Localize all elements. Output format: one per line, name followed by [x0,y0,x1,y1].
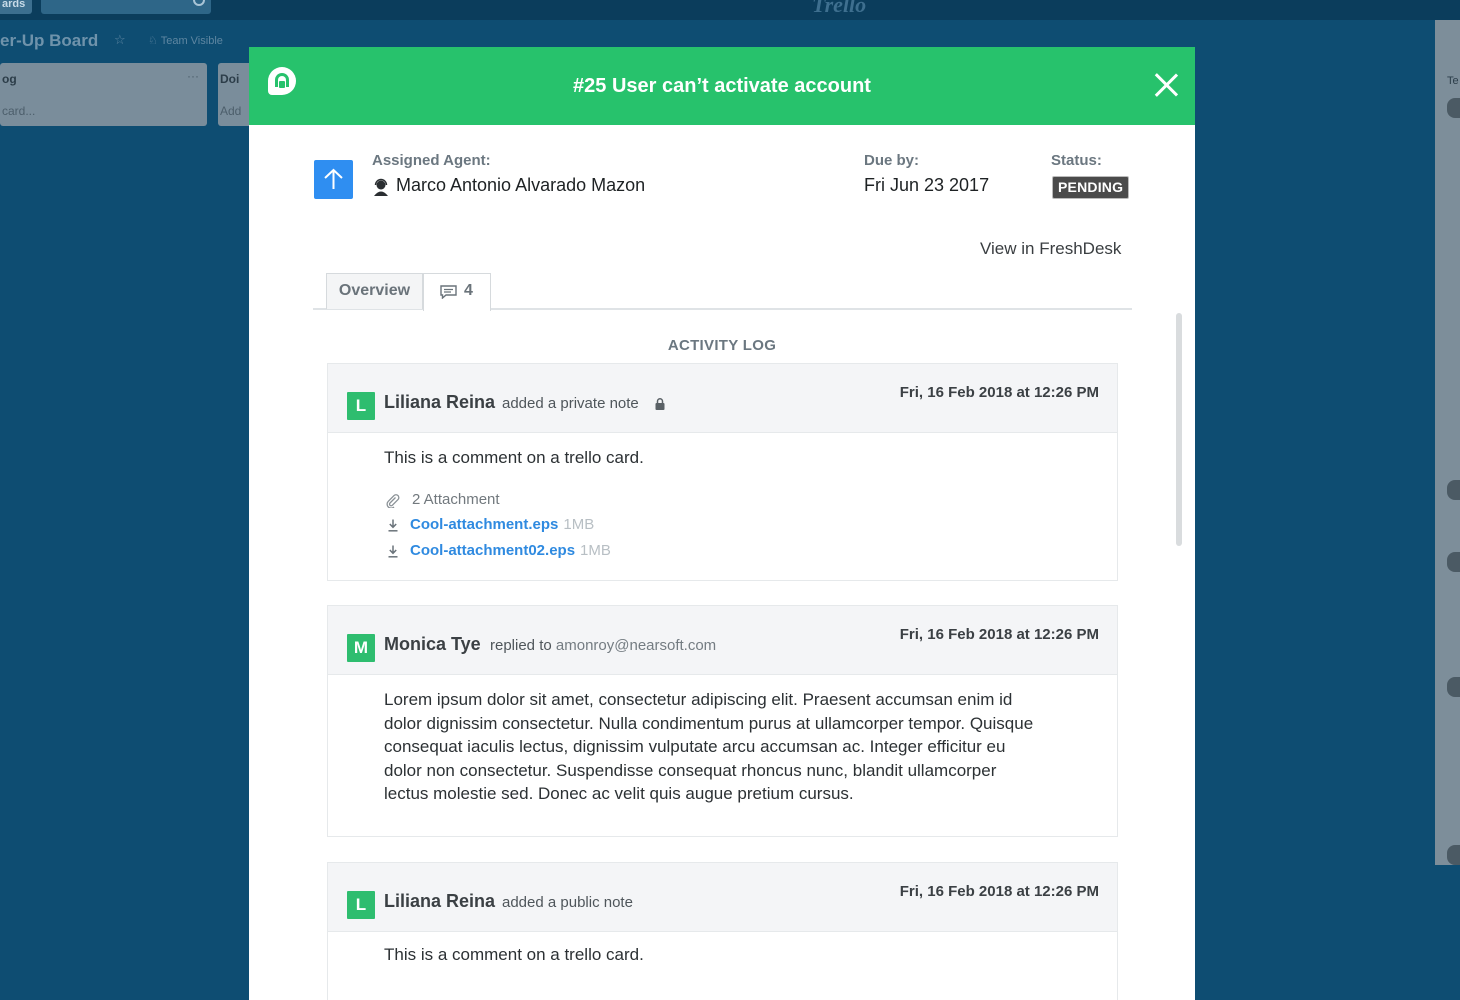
attachment-name[interactable]: Cool-attachment.eps [410,516,558,533]
status-badge: PENDING [1052,176,1130,199]
list-title[interactable]: Doi [220,72,239,86]
body-line: Lorem ipsum dolor sit amet, consectetur … [384,690,1013,709]
entry-author: Monica Tye [384,634,481,654]
paperclip-icon [386,494,400,508]
attachment-link[interactable]: Cool-attachment02.eps 1MB [410,542,611,559]
activity-entry: M Monica Tye replied to amonroy@nearsoft… [327,605,1118,837]
add-card-link[interactable]: card... [2,104,35,118]
avatar: L [347,392,375,420]
ticket-modal: #25 User can’t activate account Assigned… [249,47,1195,1000]
body-line: consequat iaculis lectus, dignissim vulp… [384,737,1006,756]
entry-date: Fri, 16 Feb 2018 at 12:26 PM [899,883,1099,900]
list-menu-icon[interactable]: ··· [187,69,199,83]
tab-comments[interactable]: 4 [423,273,491,311]
search-icon [193,0,205,6]
entry-action: added a public note [502,894,633,911]
attachment-name[interactable]: Cool-attachment02.eps [410,542,575,559]
entry-header: M Monica Tye replied to amonroy@nearsoft… [328,606,1117,675]
lock-icon [655,398,665,410]
entry-date: Fri, 16 Feb 2018 at 12:26 PM [899,384,1099,401]
comment-count: 4 [464,282,473,299]
entry-body: This is a comment on a trello card. [384,945,644,964]
comment-icon [440,285,457,299]
download-icon[interactable] [388,519,398,532]
assigned-agent-name: Marco Antonio Alvarado Mazon [396,175,646,195]
entry-body: This is a comment on a trello card. [384,448,644,467]
status-label: Status: [1051,152,1102,169]
body-line: dolor dignissim consectetur. Nulla condi… [384,713,1034,733]
attachment-size: 1MB [580,542,611,559]
avatar: L [347,891,375,919]
member-avatar[interactable] [1447,552,1460,572]
attachment-link[interactable]: Cool-attachment.eps 1MB [410,516,594,533]
list-title[interactable]: og [2,72,17,86]
tab-overview[interactable]: Overview [326,273,423,309]
board-search-input[interactable] [41,0,211,14]
board-title[interactable]: er-Up Board [0,31,98,51]
star-icon[interactable]: ☆ [114,32,126,48]
team-visibility[interactable]: ♘ Team Visible [148,34,223,47]
due-date: Fri Jun 23 2017 [864,175,990,195]
entry-author: Liliana Reina [384,891,496,911]
attachment-size: 1MB [563,516,595,533]
entry-body: Lorem ipsum dolor sit amet, consectetur … [384,688,1033,806]
activity-entry: L Liliana Reina added a private note Fri… [327,363,1118,581]
panel-label: Te [1447,75,1459,87]
board-right-panel: Te [1435,20,1460,865]
download-icon[interactable] [388,545,398,558]
entry-header: L Liliana Reina added a public note Fri,… [328,863,1117,932]
priority-up-arrow-icon [314,160,353,199]
due-label: Due by: [864,152,920,169]
activity-log-title: ACTIVITY LOG [667,337,777,354]
ticket-title: #25 User can’t activate account [573,75,871,97]
member-avatar[interactable] [1447,845,1460,865]
add-card-link[interactable]: Add [220,104,241,118]
close-icon[interactable] [1152,71,1180,99]
entry-author: Liliana Reina [384,392,496,412]
member-avatar[interactable] [1447,677,1460,697]
avatar: M [347,634,375,662]
trello-list: og ··· card... [0,63,207,126]
entry-action: replied to amonroy@nearsoft.com [490,637,716,654]
member-avatar[interactable] [1447,480,1460,500]
member-avatar[interactable] [1447,98,1460,118]
view-in-freshdesk-link[interactable]: View in FreshDesk [980,239,1121,259]
body-line: lectus molestie sed. Donec ac velit quis… [384,784,854,803]
recipient-email: amonroy@nearsoft.com [555,637,717,654]
visibility-label: Team Visible [160,35,223,47]
assigned-agent-label: Assigned Agent: [372,152,491,169]
entry-action: added a private note [502,395,639,412]
trello-logo: Trello [812,0,867,17]
entry-header: L Liliana Reina added a private note Fri… [328,364,1117,433]
modal-header: #25 User can’t activate account [249,47,1195,125]
boards-button[interactable]: ards [0,0,32,14]
trello-top-bar: ards Trello [0,0,1460,20]
scrollbar-thumb[interactable] [1176,313,1182,546]
body-line: dolor non consectetur. Suspendisse conse… [384,760,997,780]
activity-entry: L Liliana Reina added a public note Fri,… [327,862,1118,1000]
attachment-count: 2 Attachment [412,491,500,508]
agent-headset-icon [374,178,388,196]
entry-date: Fri, 16 Feb 2018 at 12:26 PM [899,626,1099,643]
action-text: replied to [490,637,552,654]
